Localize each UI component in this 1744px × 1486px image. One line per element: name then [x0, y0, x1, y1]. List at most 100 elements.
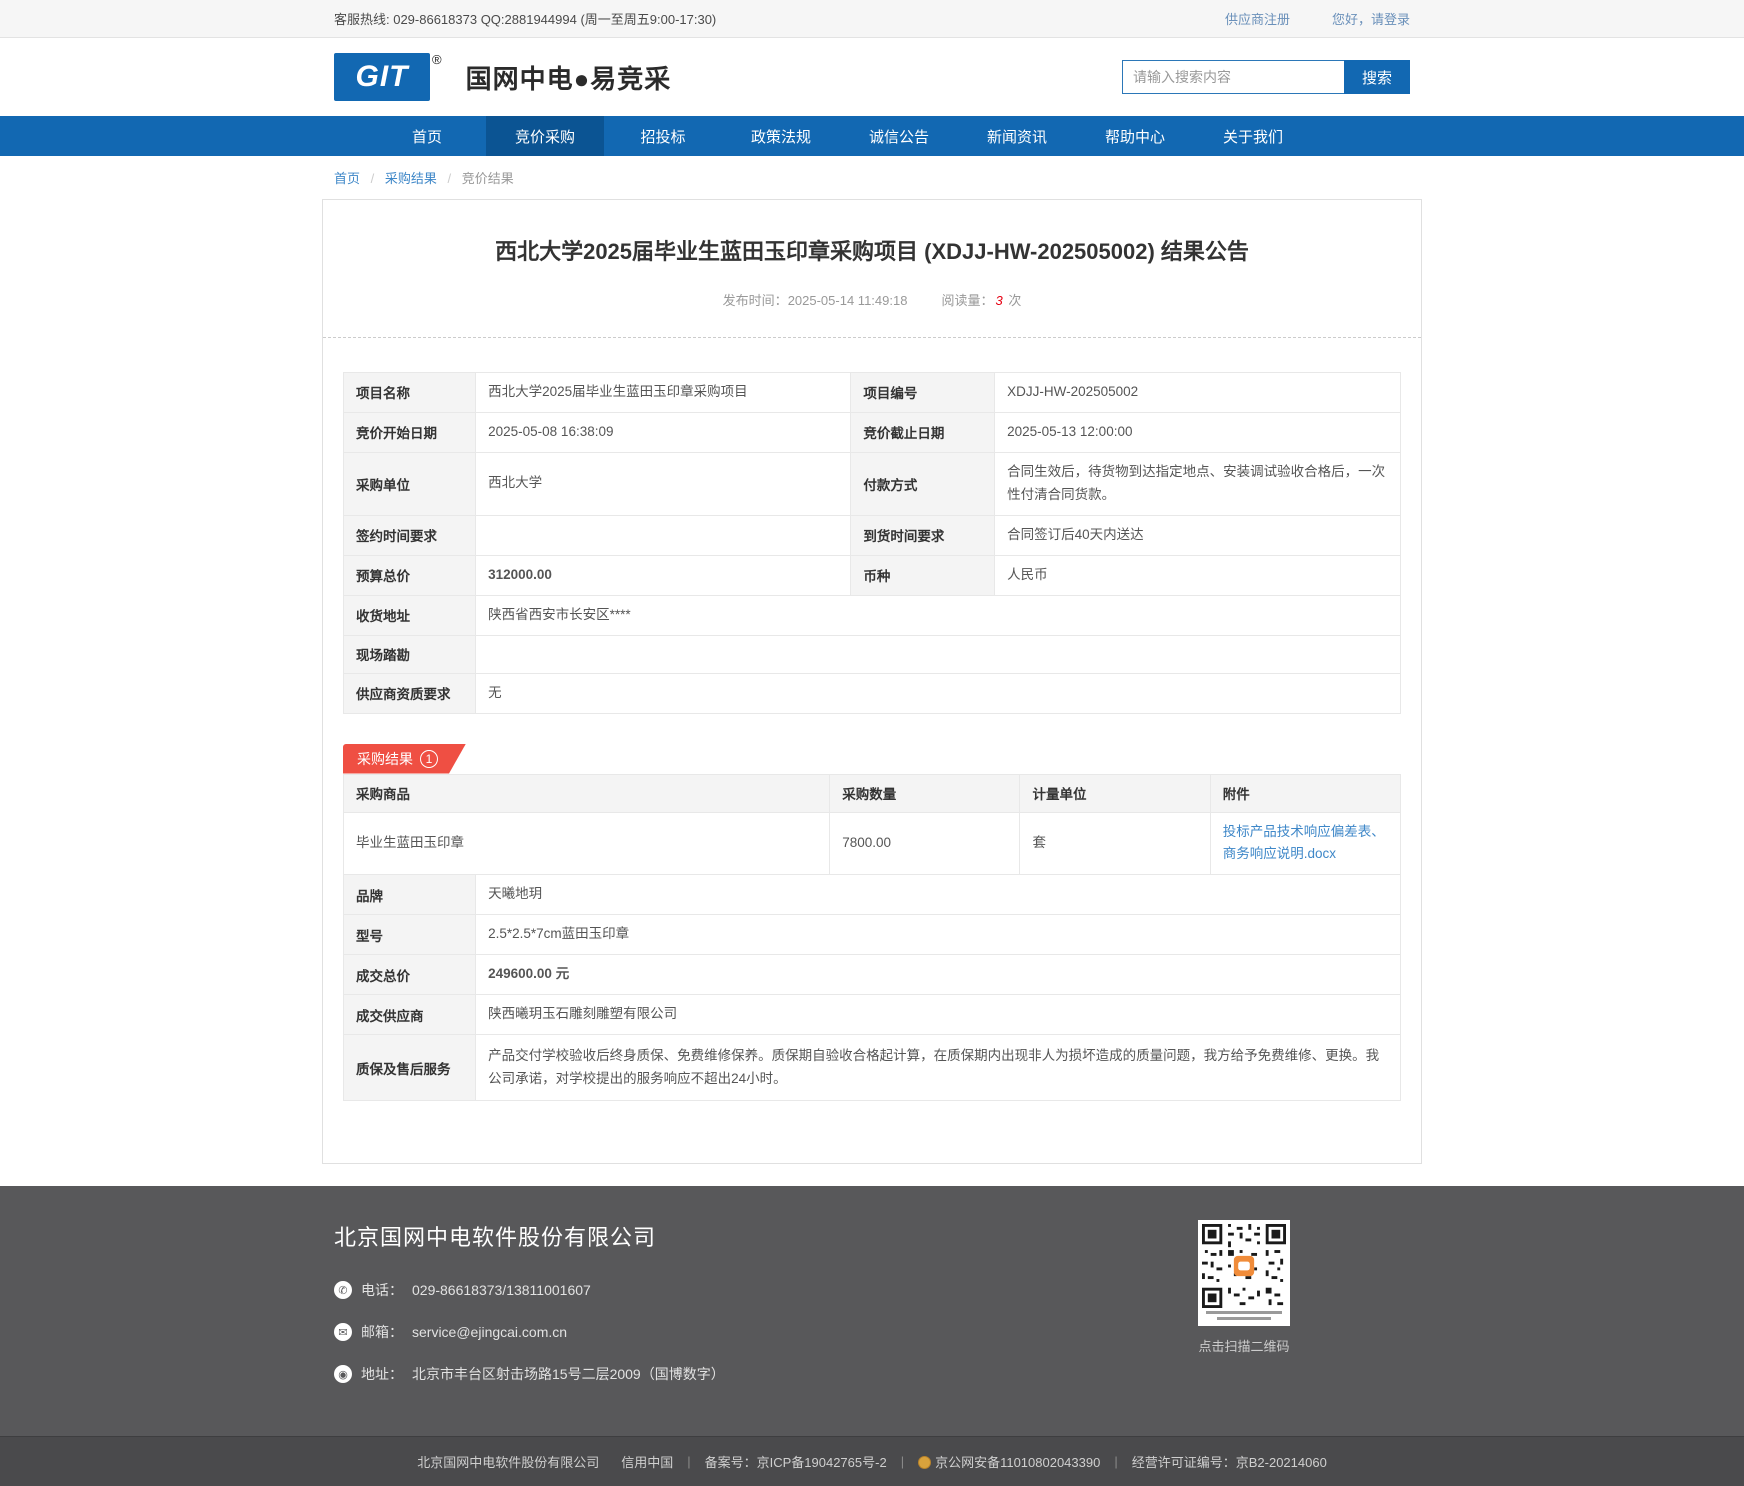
nav-item-bidding-purchase[interactable]: 竞价采购 [486, 116, 604, 156]
delivery-address-label: 收货地址 [344, 595, 476, 635]
top-utility-bar: 客服热线: 029-86618373 QQ:2881944994 (周一至周五9… [0, 0, 1744, 38]
warranty-value: 产品交付学校验收后终身质保、免费维修保养。质保期自验收合格起计算，在质保期内出现… [476, 1035, 1401, 1101]
product-unit-value: 套 [1020, 812, 1210, 875]
bid-start-value: 2025-05-08 16:38:09 [476, 412, 851, 452]
project-name-value: 西北大学2025届毕业生蓝田玉印章采购项目 [476, 373, 851, 413]
attachment-link[interactable]: 投标产品技术响应偏差表、商务响应说明.docx [1223, 821, 1388, 867]
model-label: 型号 [344, 915, 476, 955]
delivery-time-value: 合同签订后40天内送达 [995, 515, 1401, 555]
nav-item-policies[interactable]: 政策法规 [722, 116, 840, 156]
payment-value: 合同生效后，待货物到达指定地点、安装调试验收合格后，一次性付清合同货款。 [995, 452, 1401, 515]
nav-item-about-us[interactable]: 关于我们 [1194, 116, 1312, 156]
bid-end-label: 竞价截止日期 [851, 412, 995, 452]
site-brand-title: 国网中电●易竞采 [466, 59, 672, 96]
main-nav: 首页 竞价采购 招投标 政策法规 诚信公告 新闻资讯 帮助中心 关于我们 [0, 116, 1744, 156]
views-label: 阅读量： [941, 293, 993, 308]
nav-item-home[interactable]: 首页 [368, 116, 486, 156]
table-row: 型号 2.5*2.5*7cm蓝田玉印章 [344, 915, 1401, 955]
footer-legal-strip: 北京国网中电软件股份有限公司 信用中国 | 备案号：京ICP备19042765号… [0, 1436, 1744, 1486]
bid-end-value: 2025-05-13 12:00:00 [995, 412, 1401, 452]
col-unit-header: 计量单位 [1020, 774, 1210, 812]
icp-filing-link[interactable]: 备案号：京ICP备19042765号-2 [705, 1452, 887, 1471]
footer-email-value: service@ejingcai.com.cn [412, 1324, 567, 1340]
footer-qr-block: 点击扫描二维码 [1198, 1220, 1290, 1406]
result-count-badge: 1 [420, 750, 438, 768]
table-row: 收货地址 陕西省西安市长安区**** [344, 595, 1401, 635]
project-info-table: 项目名称 西北大学2025届毕业生蓝田玉印章采购项目 项目编号 XDJJ-HW-… [343, 372, 1401, 714]
qualification-value: 无 [476, 673, 1401, 713]
qualification-label: 供应商资质要求 [344, 673, 476, 713]
police-filing: 京公网安备11010802043390 [918, 1452, 1100, 1471]
search-input[interactable] [1122, 60, 1344, 94]
product-name-value: 毕业生蓝田玉印章 [344, 812, 830, 875]
table-row: 预算总价 312000.00 币种 人民币 [344, 555, 1401, 595]
git-logo-icon: GIT [334, 53, 430, 101]
footer-email-label: 邮箱： [361, 1322, 403, 1342]
views-unit: 次 [1008, 293, 1021, 308]
footer-phone-value: 029-86618373/13811001607 [412, 1282, 591, 1298]
qr-label-line [1217, 1317, 1271, 1320]
site-footer: 北京国网中电软件股份有限公司 ✆ 电话： 029-86618373/138110… [0, 1186, 1744, 1486]
deal-price-label: 成交总价 [344, 955, 476, 995]
table-row: 成交供应商 陕西曦玥玉石雕刻雕塑有限公司 [344, 995, 1401, 1035]
site-header: GIT ® 国网中电●易竞采 搜索 [0, 38, 1744, 116]
product-qty-value: 7800.00 [830, 812, 1020, 875]
nav-item-integrity-notices[interactable]: 诚信公告 [840, 116, 958, 156]
nav-item-news[interactable]: 新闻资讯 [958, 116, 1076, 156]
supplier-label: 成交供应商 [344, 995, 476, 1035]
breadcrumb-home[interactable]: 首页 [334, 171, 360, 186]
footer-company-name: 北京国网中电软件股份有限公司 [334, 1220, 725, 1252]
table-row: 竞价开始日期 2025-05-08 16:38:09 竞价截止日期 2025-0… [344, 412, 1401, 452]
mail-icon: ✉ [334, 1323, 352, 1341]
table-row: 品牌 天曦地玥 [344, 875, 1401, 915]
police-badge-icon [918, 1456, 931, 1469]
business-license: 经营许可证编号：京B2-20214060 [1132, 1452, 1327, 1471]
table-row: 项目名称 西北大学2025届毕业生蓝田玉印章采购项目 项目编号 XDJJ-HW-… [344, 373, 1401, 413]
qr-caption: 点击扫描二维码 [1198, 1336, 1290, 1355]
page-title: 西北大学2025届毕业生蓝田玉印章采购项目 (XDJJ-HW-202505002… [383, 234, 1361, 266]
table-row: 成交总价 249600.00 元 [344, 955, 1401, 995]
delivery-time-label: 到货时间要求 [851, 515, 995, 555]
project-no-value: XDJJ-HW-202505002 [995, 373, 1401, 413]
site-survey-value [476, 635, 1401, 673]
bid-start-label: 竞价开始日期 [344, 412, 476, 452]
breadcrumb-current: 竞价结果 [462, 171, 514, 186]
police-filing-link[interactable]: 京公网安备11010802043390 [935, 1455, 1100, 1470]
login-link[interactable]: 您好，请登录 [1332, 9, 1410, 28]
nav-item-tender[interactable]: 招投标 [604, 116, 722, 156]
footer-phone-label: 电话： [361, 1280, 403, 1300]
footer-address-value: 北京市丰台区射击场路15号二层2009（国博数字） [412, 1364, 725, 1384]
search-button[interactable]: 搜索 [1344, 60, 1410, 94]
footer-address-label: 地址： [361, 1364, 403, 1384]
col-attachment-header: 附件 [1210, 774, 1400, 812]
deal-price-value: 249600.00 元 [476, 955, 1401, 995]
purchase-result-table: 采购商品 采购数量 计量单位 附件 毕业生蓝田玉印章 7800.00 套 投标产… [343, 774, 1401, 876]
currency-value: 人民币 [995, 555, 1401, 595]
credit-china-link[interactable]: 信用中国 [621, 1452, 673, 1471]
purchase-result-details: 品牌 天曦地玥 型号 2.5*2.5*7cm蓝田玉印章 成交总价 249600.… [343, 874, 1401, 1101]
table-row: 现场踏勘 [344, 635, 1401, 673]
publish-time-value: 2025-05-14 11:49:18 [788, 293, 908, 308]
table-row: 毕业生蓝田玉印章 7800.00 套 投标产品技术响应偏差表、商务响应说明.do… [344, 812, 1401, 875]
breadcrumb-separator: / [448, 171, 452, 186]
phone-icon: ✆ [334, 1281, 352, 1299]
col-qty-header: 采购数量 [830, 774, 1020, 812]
qr-code[interactable] [1198, 1220, 1290, 1326]
site-logo[interactable]: GIT ® 国网中电●易竞采 [334, 53, 671, 101]
currency-label: 币种 [851, 555, 995, 595]
nav-item-help-center[interactable]: 帮助中心 [1076, 116, 1194, 156]
supplier-register-link[interactable]: 供应商注册 [1225, 9, 1290, 28]
buyer-label: 采购单位 [344, 452, 476, 515]
footer-contact-block: 北京国网中电软件股份有限公司 ✆ 电话： 029-86618373/138110… [334, 1220, 725, 1406]
table-row: 质保及售后服务 产品交付学校验收后终身质保、免费维修保养。质保期自验收合格起计算… [344, 1035, 1401, 1101]
strip-company: 北京国网中电软件股份有限公司 [417, 1452, 599, 1471]
views-count: 3 [995, 293, 1002, 308]
publish-time-label: 发布时间： [723, 293, 788, 308]
table-row: 供应商资质要求 无 [344, 673, 1401, 713]
table-row: 签约时间要求 到货时间要求 合同签订后40天内送达 [344, 515, 1401, 555]
table-row: 采购单位 西北大学 付款方式 合同生效后，待货物到达指定地点、安装调试验收合格后… [344, 452, 1401, 515]
project-name-label: 项目名称 [344, 373, 476, 413]
brand-label: 品牌 [344, 875, 476, 915]
location-icon: ◉ [334, 1365, 352, 1383]
breadcrumb-purchase-results[interactable]: 采购结果 [385, 171, 437, 186]
